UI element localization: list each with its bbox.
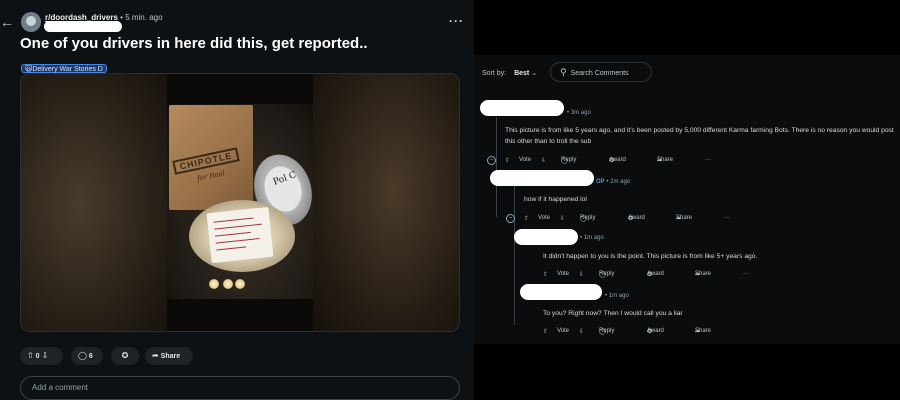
reply-label: Reply	[599, 271, 615, 277]
sort-label: Sort by:	[482, 70, 507, 77]
comment-meta: • 1m ago	[605, 293, 629, 299]
comment-actions: ⇧ Vote ⇩ ◯ Reply ✪ Award ➦ Share ···	[505, 157, 765, 167]
comment-age: • 2m ago	[606, 179, 631, 185]
photo-lights	[209, 279, 247, 291]
redacted-commenter	[520, 284, 602, 300]
comment-body: It didn't happen to you is the point. Th…	[543, 253, 758, 260]
upvote-icon[interactable]: ⇧	[543, 271, 548, 278]
receipt-line	[215, 237, 260, 244]
chevron-down-icon: ⌄	[531, 70, 538, 77]
share-button[interactable]: ➦ Share	[145, 347, 193, 365]
award-label: Award	[647, 328, 664, 334]
receipt-line	[214, 223, 263, 230]
vote-label: Vote	[557, 328, 570, 334]
flair-suffix: D	[97, 66, 103, 73]
comment-body: To you? Right now? Then I would call you…	[543, 310, 683, 317]
photo-light	[235, 279, 245, 289]
search-comments-input[interactable]: ⚲ Search Comments	[550, 62, 652, 82]
share-label: Share	[160, 353, 181, 360]
more-options-icon[interactable]: ···	[743, 271, 749, 277]
sort-value[interactable]: Best	[514, 70, 529, 77]
upvote-icon[interactable]: ⇧	[524, 215, 529, 222]
more-options-icon[interactable]: ···	[705, 157, 711, 163]
share-label: Share	[695, 271, 712, 277]
vote-count: 0	[35, 353, 40, 360]
downvote-icon[interactable]: ⇩	[560, 215, 565, 222]
comment-bubble-icon: ◯	[78, 351, 87, 360]
post-age: 5 min. ago	[125, 13, 163, 22]
vote-label: Vote	[538, 215, 551, 221]
thread-line	[514, 185, 515, 325]
comment-actions: ⇧ Vote ⇩ ◯ Reply ✪ Award ➦ Share ···	[524, 215, 784, 225]
comment-meta: • 1m ago	[580, 235, 604, 241]
add-comment-input[interactable]: Add a comment	[20, 376, 460, 400]
upvote-icon[interactable]: ⇧	[27, 351, 34, 360]
comment-actions: ⇧ Vote ⇩ ◯ Reply ✪ Award ➦ Share ···	[543, 271, 803, 281]
award-button[interactable]: ✪	[111, 347, 139, 365]
share-label: Share	[695, 328, 712, 334]
reply-label: Reply	[599, 328, 615, 334]
post-media[interactable]: CHIPOTLE for Real Pol C	[20, 73, 460, 332]
photo-receipt	[206, 206, 274, 264]
post-panel: ← r/doordash_drivers • 5 min. ago ··· On…	[0, 0, 474, 400]
collapse-thread-icon[interactable]: −	[487, 156, 496, 165]
downvote-icon[interactable]: ⇩	[42, 351, 49, 360]
upvote-icon[interactable]: ⇧	[543, 328, 548, 335]
downvote-icon[interactable]: ⇩	[579, 328, 584, 335]
redacted-username	[44, 21, 122, 32]
redacted-commenter	[514, 229, 578, 245]
receipt-line	[214, 231, 251, 237]
post-title: One of you drivers in here did this, get…	[20, 35, 368, 52]
search-icon: ⚲	[560, 67, 567, 77]
collapse-thread-icon[interactable]: −	[506, 214, 515, 223]
vote-label: Vote	[557, 271, 570, 277]
share-icon: ➦	[152, 351, 159, 360]
comment-meta: • 3m ago	[567, 110, 591, 116]
comment-meta: OP • 2m ago	[596, 179, 630, 185]
share-label: Share	[676, 215, 693, 221]
comments-panel: Sort by: Best ⌄ ⚲ Search Comments • 3m ag…	[474, 55, 900, 344]
award-icon: ✪	[121, 351, 129, 360]
search-comments-placeholder: Search Comments	[570, 70, 629, 77]
flair-label: Delivery War Stories	[32, 66, 96, 73]
receipt-line	[216, 246, 247, 251]
thread-line	[496, 117, 497, 217]
media-blur-left	[21, 74, 167, 331]
redacted-commenter	[480, 100, 564, 116]
comments-button[interactable]: ◯ 6	[71, 347, 103, 365]
more-options-icon[interactable]: ···	[724, 215, 730, 221]
redacted-commenter	[490, 170, 594, 186]
share-label: Share	[657, 157, 674, 163]
sort-control[interactable]: Sort by: Best ⌄	[482, 69, 537, 77]
media-blur-right	[313, 74, 459, 331]
vote-label: Vote	[519, 157, 532, 163]
award-label: Award	[647, 271, 664, 277]
downvote-icon[interactable]: ⇩	[541, 157, 546, 164]
post-overflow-menu-icon[interactable]: ···	[449, 14, 463, 28]
op-badge: OP	[596, 179, 605, 185]
comment-count: 6	[88, 353, 93, 360]
award-label: Award	[609, 157, 626, 163]
photo-light	[223, 279, 233, 289]
comment-body: how if it happened lol	[524, 196, 587, 203]
comment-actions: ⇧ Vote ⇩ ◯ Reply ✪ Award ➦ Share	[543, 328, 803, 338]
comment-body: This picture is from like 5 years ago, a…	[505, 127, 894, 145]
post-flair[interactable]: 🙀Delivery War Stories D	[21, 64, 107, 73]
photo-light	[209, 279, 219, 289]
receipt-line	[213, 217, 254, 223]
reply-label: Reply	[561, 157, 577, 163]
back-arrow-icon[interactable]: ←	[0, 12, 14, 32]
award-label: Award	[628, 215, 645, 221]
reply-label: Reply	[580, 215, 596, 221]
upvote-icon[interactable]: ⇧	[505, 157, 510, 164]
downvote-icon[interactable]: ⇩	[579, 271, 584, 278]
vote-pill: ⇧ 0 ⇩	[20, 347, 63, 365]
post-photo[interactable]: CHIPOTLE for Real Pol C	[167, 74, 313, 331]
subreddit-avatar[interactable]	[21, 12, 41, 32]
